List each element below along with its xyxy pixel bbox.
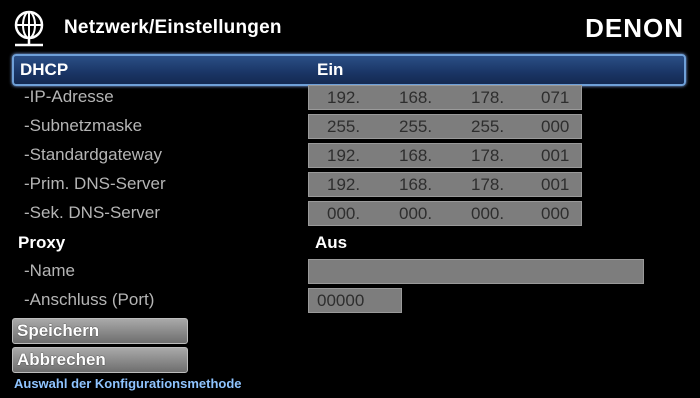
subnet-octet-1: 255.: [327, 117, 361, 136]
subnet-mask-label: -Subnetzmaske: [24, 116, 143, 135]
dhcp-label: DHCP: [20, 60, 69, 79]
gateway-octet-2: 168.: [399, 146, 433, 165]
proxy-value: Aus: [315, 233, 348, 252]
globe-network-icon: [14, 10, 44, 47]
dns-primary-octet-3: 178.: [471, 175, 505, 194]
gateway-octet-1: 192.: [327, 146, 361, 165]
status-hint: Auswahl der Konfigurationsmethode: [14, 376, 242, 391]
gateway-row[interactable]: -Standardgateway 192. 168. 178. 001: [12, 142, 682, 168]
subnet-octet-3: 255.: [471, 117, 505, 136]
proxy-row[interactable]: Proxy Aus: [12, 230, 682, 256]
header: Netzwerk/Einstellungen DENON: [0, 0, 700, 56]
dns-primary-octet-4: 001: [541, 175, 570, 194]
dhcp-value: Ein: [317, 60, 344, 79]
gateway-octet-3: 178.: [471, 146, 505, 165]
gateway-octet-4: 001: [541, 146, 570, 165]
save-button[interactable]: Speichern: [12, 318, 188, 344]
proxy-name-field[interactable]: [308, 259, 644, 284]
ip-octet-4: 071: [541, 88, 570, 107]
dns-secondary-row[interactable]: -Sek. DNS-Server 000. 000. 000. 000: [12, 200, 682, 226]
ip-address-label: -IP-Adresse: [24, 87, 114, 106]
dhcp-row[interactable]: DHCP Ein: [12, 54, 686, 86]
proxy-name-label: -Name: [24, 261, 76, 280]
subnet-octet-4: 000: [541, 117, 570, 136]
proxy-port-row[interactable]: -Anschluss (Port) 00000: [12, 287, 682, 313]
gateway-field[interactable]: 192. 168. 178. 001: [308, 143, 582, 168]
gateway-label: -Standardgateway: [24, 145, 162, 164]
page-title: Netzwerk/Einstellungen: [64, 17, 282, 38]
cancel-button[interactable]: Abbrechen: [12, 347, 188, 373]
proxy-name-row[interactable]: -Name: [12, 258, 682, 284]
dns-primary-label: -Prim. DNS-Server: [24, 174, 166, 193]
ip-address-field[interactable]: 192. 168. 178. 071: [308, 85, 582, 110]
proxy-port-value: 00000: [317, 291, 365, 310]
subnet-octet-2: 255.: [399, 117, 433, 136]
dns-primary-octet-2: 168.: [399, 175, 433, 194]
dns-secondary-octet-2: 000.: [399, 204, 433, 223]
proxy-port-field[interactable]: 00000: [308, 288, 402, 313]
dns-secondary-octet-3: 000.: [471, 204, 505, 223]
dns-primary-octet-1: 192.: [327, 175, 361, 194]
ip-address-row[interactable]: -IP-Adresse 192. 168. 178. 071: [12, 84, 682, 110]
save-button-label: Speichern: [17, 321, 100, 340]
ip-octet-2: 168.: [399, 88, 433, 107]
dns-primary-row[interactable]: -Prim. DNS-Server 192. 168. 178. 001: [12, 171, 682, 197]
subnet-mask-field[interactable]: 255. 255. 255. 000: [308, 114, 582, 139]
proxy-port-label: -Anschluss (Port): [24, 290, 155, 309]
dns-primary-field[interactable]: 192. 168. 178. 001: [308, 172, 582, 197]
subnet-mask-row[interactable]: -Subnetzmaske 255. 255. 255. 000: [12, 113, 682, 139]
proxy-label: Proxy: [18, 233, 66, 252]
dns-secondary-label: -Sek. DNS-Server: [24, 203, 161, 222]
brand-logo: DENON: [585, 13, 684, 43]
ip-octet-3: 178.: [471, 88, 505, 107]
ip-octet-1: 192.: [327, 88, 361, 107]
dns-secondary-octet-1: 000.: [327, 204, 361, 223]
cancel-button-label: Abbrechen: [17, 350, 106, 369]
dns-secondary-field[interactable]: 000. 000. 000. 000: [308, 201, 582, 226]
dns-secondary-octet-4: 000: [541, 204, 570, 223]
